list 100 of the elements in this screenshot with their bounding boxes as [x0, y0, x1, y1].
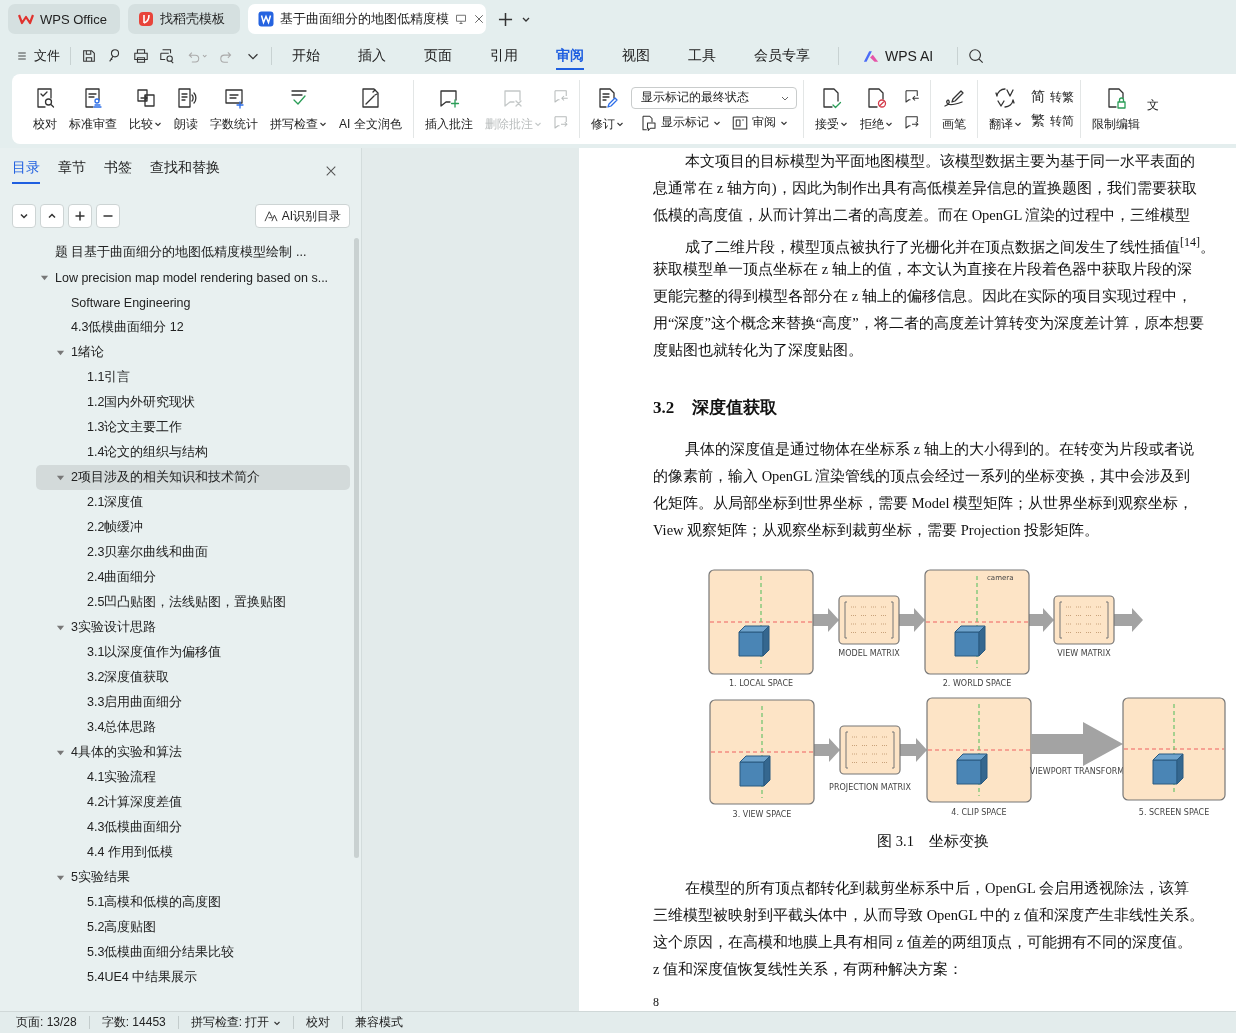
outline-item[interactable]: 2.4曲面细分	[36, 565, 350, 590]
outline-item[interactable]: 4.4 作用到低模	[36, 840, 350, 865]
panel-tab[interactable]: 目录	[12, 158, 40, 184]
status-item[interactable]: 拼写检查: 打开	[190, 1014, 282, 1031]
ribbon-button[interactable]: 字数统计	[205, 83, 263, 135]
outline-item[interactable]: 2.3贝塞尔曲线和曲面	[36, 540, 350, 565]
close-icon[interactable]	[325, 165, 337, 177]
outline-item[interactable]: 2.5凹凸贴图，法线贴图，置换贴图	[36, 590, 350, 615]
outline-item[interactable]: 1.4论文的组织与结构	[36, 440, 350, 465]
ribbon-button[interactable]: 插入批注	[419, 83, 478, 135]
outline-item[interactable]: 4.2计算深度差值	[36, 790, 350, 815]
diagram-label: 5. SCREEN SPACE	[1138, 808, 1210, 817]
monitor-icon[interactable]	[455, 13, 467, 25]
ribbon-button[interactable]: 比较	[124, 83, 167, 135]
add-button[interactable]	[68, 204, 92, 228]
expand-toggle-icon	[40, 273, 49, 282]
search-icon[interactable]	[968, 48, 985, 64]
outline-item[interactable]: 5实验结果	[36, 865, 350, 890]
print-preview-icon[interactable]	[159, 48, 175, 64]
new-tab-icon[interactable]	[498, 11, 513, 27]
status-item[interactable]: 校对	[306, 1014, 331, 1031]
ribbon-tab[interactable]: 会员专享	[744, 41, 820, 71]
outline-item[interactable]: 4.3低模曲面细分 12	[36, 315, 350, 340]
outline-item[interactable]: 1绪论	[36, 340, 350, 365]
outline-item[interactable]: 4具体的实验和算法	[36, 740, 350, 765]
app-tab[interactable]: 找稻壳模板	[128, 4, 240, 34]
diagram-label: 2. WORLD SPACE	[942, 679, 1012, 688]
ribbon-tab[interactable]: 视图	[612, 41, 660, 71]
ribbon-button[interactable]: 画笔	[936, 83, 971, 135]
text-line: 用“深度”这个概念来替换“高度”，将二者的高度差计算转变为深度差计算，原本想要	[653, 314, 1205, 333]
outline-item[interactable]: 5.4UE4 中结果展示	[36, 965, 350, 990]
outline-item[interactable]: 4.3低模曲面细分	[36, 815, 350, 840]
outline-item[interactable]: 2.1深度值	[36, 490, 350, 515]
outline-item[interactable]: 3.4总体思路	[36, 715, 350, 740]
panel-tab[interactable]: 查找和替换	[150, 158, 220, 184]
ribbon-button[interactable]: 修订	[585, 83, 629, 135]
ribbon-button[interactable]: 拒绝	[854, 83, 898, 135]
ribbon-button[interactable]: 标准审查	[64, 83, 122, 135]
outline-item[interactable]: 5.2高度贴图	[36, 915, 350, 940]
ribbon-button[interactable]: 接受	[809, 83, 853, 135]
text-line: 获取模型单一顶点坐标在 z 轴上的值，本文认为直接在片段着色器中获取片段的深	[653, 260, 1193, 279]
printer-icon[interactable]	[133, 48, 149, 64]
caret-icon	[319, 120, 327, 128]
panel-tab[interactable]: 章节	[58, 158, 86, 184]
review-pane-icon	[730, 113, 749, 132]
ribbon-button[interactable]: 朗读	[169, 83, 203, 135]
ribbon-tab[interactable]: 引用	[480, 41, 528, 71]
outline-item[interactable]: 1.1引言	[36, 365, 350, 390]
outline-item[interactable]: Low precision map model rendering based on s...	[36, 265, 350, 290]
outline-item[interactable]: 1.2国内外研究现状	[36, 390, 350, 415]
outline-item[interactable]: 2.2帧缓冲	[36, 515, 350, 540]
save-icon[interactable]	[81, 48, 97, 64]
ribbon-button[interactable]: 翻译	[983, 83, 1027, 135]
outline-item[interactable]: 3.3启用曲面细分	[36, 690, 350, 715]
plus-icon	[74, 210, 86, 222]
ribbon-button[interactable]: 文	[1146, 96, 1159, 114]
scrollbar[interactable]	[354, 238, 359, 858]
ribbon-tab[interactable]: 开始	[282, 41, 330, 71]
section-number: 3.2	[653, 397, 675, 418]
ribbon-tab[interactable]: 插入	[348, 41, 396, 71]
comment-next-icon	[902, 113, 921, 131]
ribbon-button[interactable]: 显示标记	[639, 113, 721, 132]
outline-item[interactable]: 题 目基于曲面细分的地图低精度模型绘制 ...	[36, 240, 350, 265]
remove-button[interactable]	[96, 204, 120, 228]
outline-item[interactable]: 2项目涉及的相关知识和技术简介	[36, 465, 350, 490]
ai-button[interactable]: WPS AI	[849, 48, 948, 64]
text-line: z 值和深度值恢复线性关系，有两种解决方案：	[653, 960, 965, 979]
outline-item[interactable]: 4.1实验流程	[36, 765, 350, 790]
ribbon-tab[interactable]: 工具	[678, 41, 726, 71]
ribbon-button[interactable]: 限制编辑	[1086, 83, 1145, 135]
status-item[interactable]: 字数: 14453	[101, 1014, 166, 1031]
status-item[interactable]: 页面: 13/28	[16, 1014, 77, 1031]
ribbon-tab[interactable]: 审阅	[546, 41, 594, 71]
ribbon-button[interactable]: 校对	[28, 83, 62, 135]
markup-dropdown[interactable]: 显示标记的最终状态	[630, 86, 797, 109]
diagram-label: 4. CLIP SPACE	[951, 808, 1007, 817]
ai-toc-button[interactable]: AI识别目录	[254, 204, 350, 228]
outline-item[interactable]: 5.3低模曲面细分结果比较	[36, 940, 350, 965]
ribbon-button[interactable]: 审阅	[730, 113, 788, 132]
flow-arrow	[813, 608, 839, 632]
text-line: 三维模型被映射到平截头体中，从而导致 OpenGL 中的 z 值和深度产生非线性关系。	[653, 906, 1206, 925]
caret-icon	[615, 120, 624, 128]
app-tab[interactable]: WPS Office	[8, 4, 120, 34]
ribbon-button[interactable]: 繁 转简	[1028, 112, 1074, 130]
ribbon-button[interactable]: AI 全文润色	[334, 83, 407, 135]
ribbon-button[interactable]: 拼写检查	[265, 83, 332, 135]
ribbon-button[interactable]: 简 转繁	[1028, 88, 1074, 106]
outline-item[interactable]: 3.1以深度值作为偏移值	[36, 640, 350, 665]
ribbon-tab[interactable]: 页面	[414, 41, 462, 71]
outline-item[interactable]: 5.1高模和低模的高度图	[36, 890, 350, 915]
close-icon[interactable]	[473, 13, 485, 25]
app-tab[interactable]: 基于曲面细分的地图低精度模	[248, 4, 486, 34]
file-menu[interactable]: 文件	[16, 47, 60, 65]
text-line: 成了二维片段，模型顶点被执行了光栅化并在顶点数据之间发生了线性插值$^{[14]}$。	[684, 234, 1217, 256]
outline-item[interactable]: 3实验设计思路	[36, 615, 350, 640]
outline-item[interactable]: 1.3论文主要工作	[36, 415, 350, 440]
outline-item[interactable]: 3.2深度值获取	[36, 665, 350, 690]
panel-tab[interactable]: 书签	[104, 158, 132, 184]
outline-item[interactable]: Software Engineering	[36, 290, 350, 315]
status-item[interactable]: 兼容模式	[355, 1014, 404, 1031]
